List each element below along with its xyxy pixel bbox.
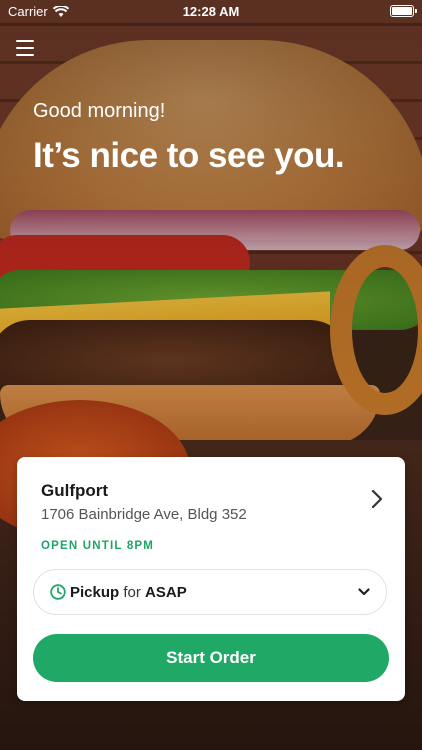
chevron-down-icon bbox=[358, 588, 370, 596]
order-mode-label: Pickup bbox=[70, 584, 120, 601]
start-order-button[interactable]: Start Order bbox=[33, 634, 389, 682]
order-mode-connector: for bbox=[119, 584, 146, 601]
order-time-label: ASAP bbox=[145, 584, 187, 601]
battery-icon bbox=[390, 5, 417, 17]
open-status-badge: OPEN UNTIL 8PM bbox=[41, 540, 155, 552]
location-address[interactable]: 1706 Bainbridge Ave, Bldg 352 bbox=[41, 506, 247, 523]
location-card: Gulfport 1706 Bainbridge Ave, Bldg 352 O… bbox=[17, 457, 405, 701]
clock-icon bbox=[50, 584, 66, 600]
chevron-right-icon[interactable] bbox=[371, 489, 383, 509]
order-mode-select[interactable]: Pickup for ASAP bbox=[33, 569, 387, 615]
hamburger-menu-icon[interactable] bbox=[16, 40, 34, 56]
location-name[interactable]: Gulfport bbox=[41, 481, 108, 501]
status-bar: Carrier 12:28 AM bbox=[0, 0, 422, 22]
status-time: 12:28 AM bbox=[182, 4, 240, 19]
headline-text: It’s nice to see you. bbox=[33, 136, 345, 175]
greeting-text: Good morning! bbox=[33, 100, 166, 122]
